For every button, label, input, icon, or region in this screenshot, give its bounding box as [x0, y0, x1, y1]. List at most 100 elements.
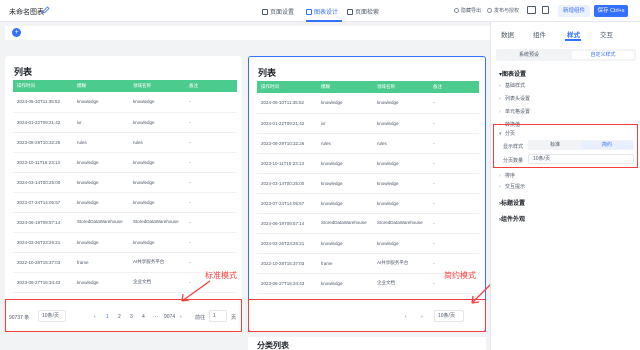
panel-tab-data[interactable]: 数据 [501, 29, 514, 39]
card-title: 分类列表 [257, 341, 289, 350]
goto-label: 前往 [195, 315, 206, 321]
item-sort[interactable]: › 排序 [499, 172, 515, 179]
page-ellipsis[interactable]: ··· [153, 314, 158, 320]
prev-page-icon[interactable]: ‹ [405, 314, 407, 320]
page-1[interactable]: 1 [106, 314, 109, 320]
table-row[interactable]: 2024-03-14T00:25:00 knowledge knowledge - [257, 173, 479, 194]
add-icon[interactable]: + [12, 28, 21, 37]
column-header[interactable]: 备注 [185, 80, 237, 92]
table-row[interactable]: 2024-02-26T23:26:21 knowledge knowledge - [13, 232, 237, 253]
panel-tab-interaction[interactable]: 交互 [600, 29, 613, 39]
table-cell: knowledge [373, 153, 429, 174]
table-row[interactable]: 2024-01-22T09:21:42 ivr knowledge - [257, 113, 479, 134]
table-cell: knowledge [129, 152, 185, 173]
table-cell: - [429, 113, 479, 134]
table-row[interactable]: 2023-08-29T10:32:26 rules rules - [13, 132, 237, 153]
column-header[interactable]: 领域名称 [129, 80, 185, 92]
page-last[interactable]: 9074 [164, 314, 175, 320]
table-cell: 2024-06-19T09:57:14 [257, 213, 317, 234]
document-title[interactable]: 未命名图表 [9, 7, 44, 17]
segment-custom-style[interactable]: 自定义样式 [572, 51, 634, 59]
table-cell: frame [317, 253, 373, 274]
table-cell: knowledge [373, 233, 429, 254]
page-2[interactable]: 2 [118, 314, 121, 320]
section-title-settings[interactable]: ›标题设置 [499, 198, 525, 207]
table-cell: - [429, 233, 479, 254]
table-cell: - [429, 133, 479, 154]
prev-page-icon[interactable]: ‹ [94, 314, 96, 320]
edit-icon[interactable] [42, 6, 50, 14]
table-cell: rules [73, 132, 129, 153]
table-row[interactable]: 2024-02-26T23:26:21 knowledge knowledge - [257, 233, 479, 254]
item-cell-settings[interactable]: › 单元格设置 [499, 108, 530, 115]
table-cell: rules [129, 132, 185, 153]
highlight-pagination-settings [493, 124, 638, 168]
section-component-appearance[interactable]: ›组件外观 [499, 214, 525, 223]
table-row[interactable]: 2024-03-14T00:25:00 knowledge knowledge - [13, 172, 237, 193]
table-row[interactable]: 2024-05-10T11:35:52 knowledge knowledge - [13, 92, 237, 113]
table-row[interactable]: 2024-06-19T09:57:14 StoredDataWarehouse St… [257, 213, 479, 234]
hide-export-button[interactable]: 隐藏导出 [454, 7, 481, 14]
table-cell: - [185, 112, 237, 133]
table-cell: knowledge [129, 92, 185, 113]
property-panel: 数据 组件 样式 交互 系统预设 自定义样式 ▾图表设置 › 基础样式 › 列表头设… [490, 22, 640, 350]
desktop-icon[interactable] [527, 6, 536, 14]
next-page-icon[interactable]: › [180, 314, 182, 320]
table-cell: 2022-10-28T15:37:03 [13, 252, 73, 273]
table-cell: knowledge [317, 93, 373, 114]
column-header[interactable]: 领域名称 [373, 81, 429, 93]
pager-total: 90737 条 [9, 315, 30, 321]
page-size-select[interactable]: 10条/页 [38, 310, 66, 322]
table-cell: knowledge [373, 93, 429, 114]
table-cell: - [185, 212, 237, 233]
save-button[interactable]: 保存 Ctrl+s [594, 5, 628, 17]
page-4[interactable]: 4 [142, 314, 145, 320]
table-cell: 2023-06-27T15:34:43 [13, 272, 73, 293]
item-tooltip[interactable]: › 交互提示 [499, 183, 525, 190]
table-row[interactable]: 2024-06-19T09:57:14 StoredDataWarehouse St… [13, 212, 237, 233]
column-header[interactable]: 模糊 [317, 81, 373, 93]
table-cell: knowledge [73, 192, 129, 213]
next-page-icon[interactable]: › [421, 314, 423, 320]
column-header[interactable]: 备注 [429, 81, 479, 93]
new-component-button[interactable]: 新增组件 [558, 5, 590, 17]
eye-icon [454, 8, 459, 13]
data-table: 操作时间 模糊 领域名称 备注 2024-05-10T11:35:52 knowledg… [13, 80, 237, 293]
table-row[interactable]: 2023-10-11T15:23:13 knowledge knowledge - [13, 152, 237, 173]
goto-page-input[interactable]: 1 [209, 310, 227, 322]
table-cell: knowledge [317, 193, 373, 214]
mobile-icon[interactable] [542, 6, 549, 14]
tab-chart-design[interactable]: 图表设计 [306, 7, 338, 16]
data-table: 操作时间 模糊 领域名称 备注 2024-05-10T11:35:52 knowledg… [257, 81, 479, 294]
item-basic-style[interactable]: › 基础样式 [499, 82, 525, 89]
table-cell: StoredDataWarehouse [129, 212, 185, 233]
tab-page-settings[interactable]: 页面设置 [262, 7, 294, 16]
tab-page-search[interactable]: 页面检索 [347, 7, 379, 16]
table-cell: knowledge [317, 233, 373, 254]
item-header-settings[interactable]: › 列表头设置 [499, 95, 530, 102]
table-row[interactable]: 2024-01-22T09:21:42 ivr knowledge - [13, 112, 237, 133]
page-size-select[interactable]: 10条/页 [434, 310, 464, 322]
category-list-card[interactable]: 分类列表 [248, 337, 486, 350]
table-card-simple[interactable]: 列表 操作时间 模糊 领域名称 备注 2024-05-10T11:35:52 knowl… [248, 56, 486, 332]
column-header[interactable]: 操作时间 [13, 80, 73, 92]
column-header[interactable]: 模糊 [73, 80, 129, 92]
table-row[interactable]: 2022-10-28T15:37:03 frame AI共享服务平台 - [13, 252, 237, 273]
table-cell: - [429, 153, 479, 174]
table-cell: 2023-06-27T15:34:43 [257, 273, 317, 294]
table-cell: AI共享服务平台 [129, 252, 185, 273]
publish-button[interactable]: 发布与授权 [487, 7, 519, 14]
table-row[interactable]: 2023-10-11T15:23:13 knowledge knowledge - [257, 153, 479, 174]
column-header[interactable]: 操作时间 [257, 81, 317, 93]
table-row[interactable]: 2023-07-24T14:05:57 knowledge knowledge - [13, 192, 237, 213]
table-row[interactable]: 2024-05-10T11:35:52 knowledge knowledge - [257, 93, 479, 114]
table-cell: - [185, 232, 237, 253]
table-cell: knowledge [73, 272, 129, 293]
panel-tab-style[interactable]: 样式 [567, 29, 580, 39]
panel-tab-component[interactable]: 组件 [533, 29, 546, 39]
segment-system-preset[interactable]: 系统预设 [498, 51, 560, 59]
page-3[interactable]: 3 [130, 314, 133, 320]
section-chart-settings[interactable]: ▾图表设置 [499, 69, 526, 78]
table-row[interactable]: 2023-08-29T10:32:26 rules rules - [257, 133, 479, 154]
table-row[interactable]: 2023-07-24T14:05:57 knowledge knowledge - [257, 193, 479, 214]
